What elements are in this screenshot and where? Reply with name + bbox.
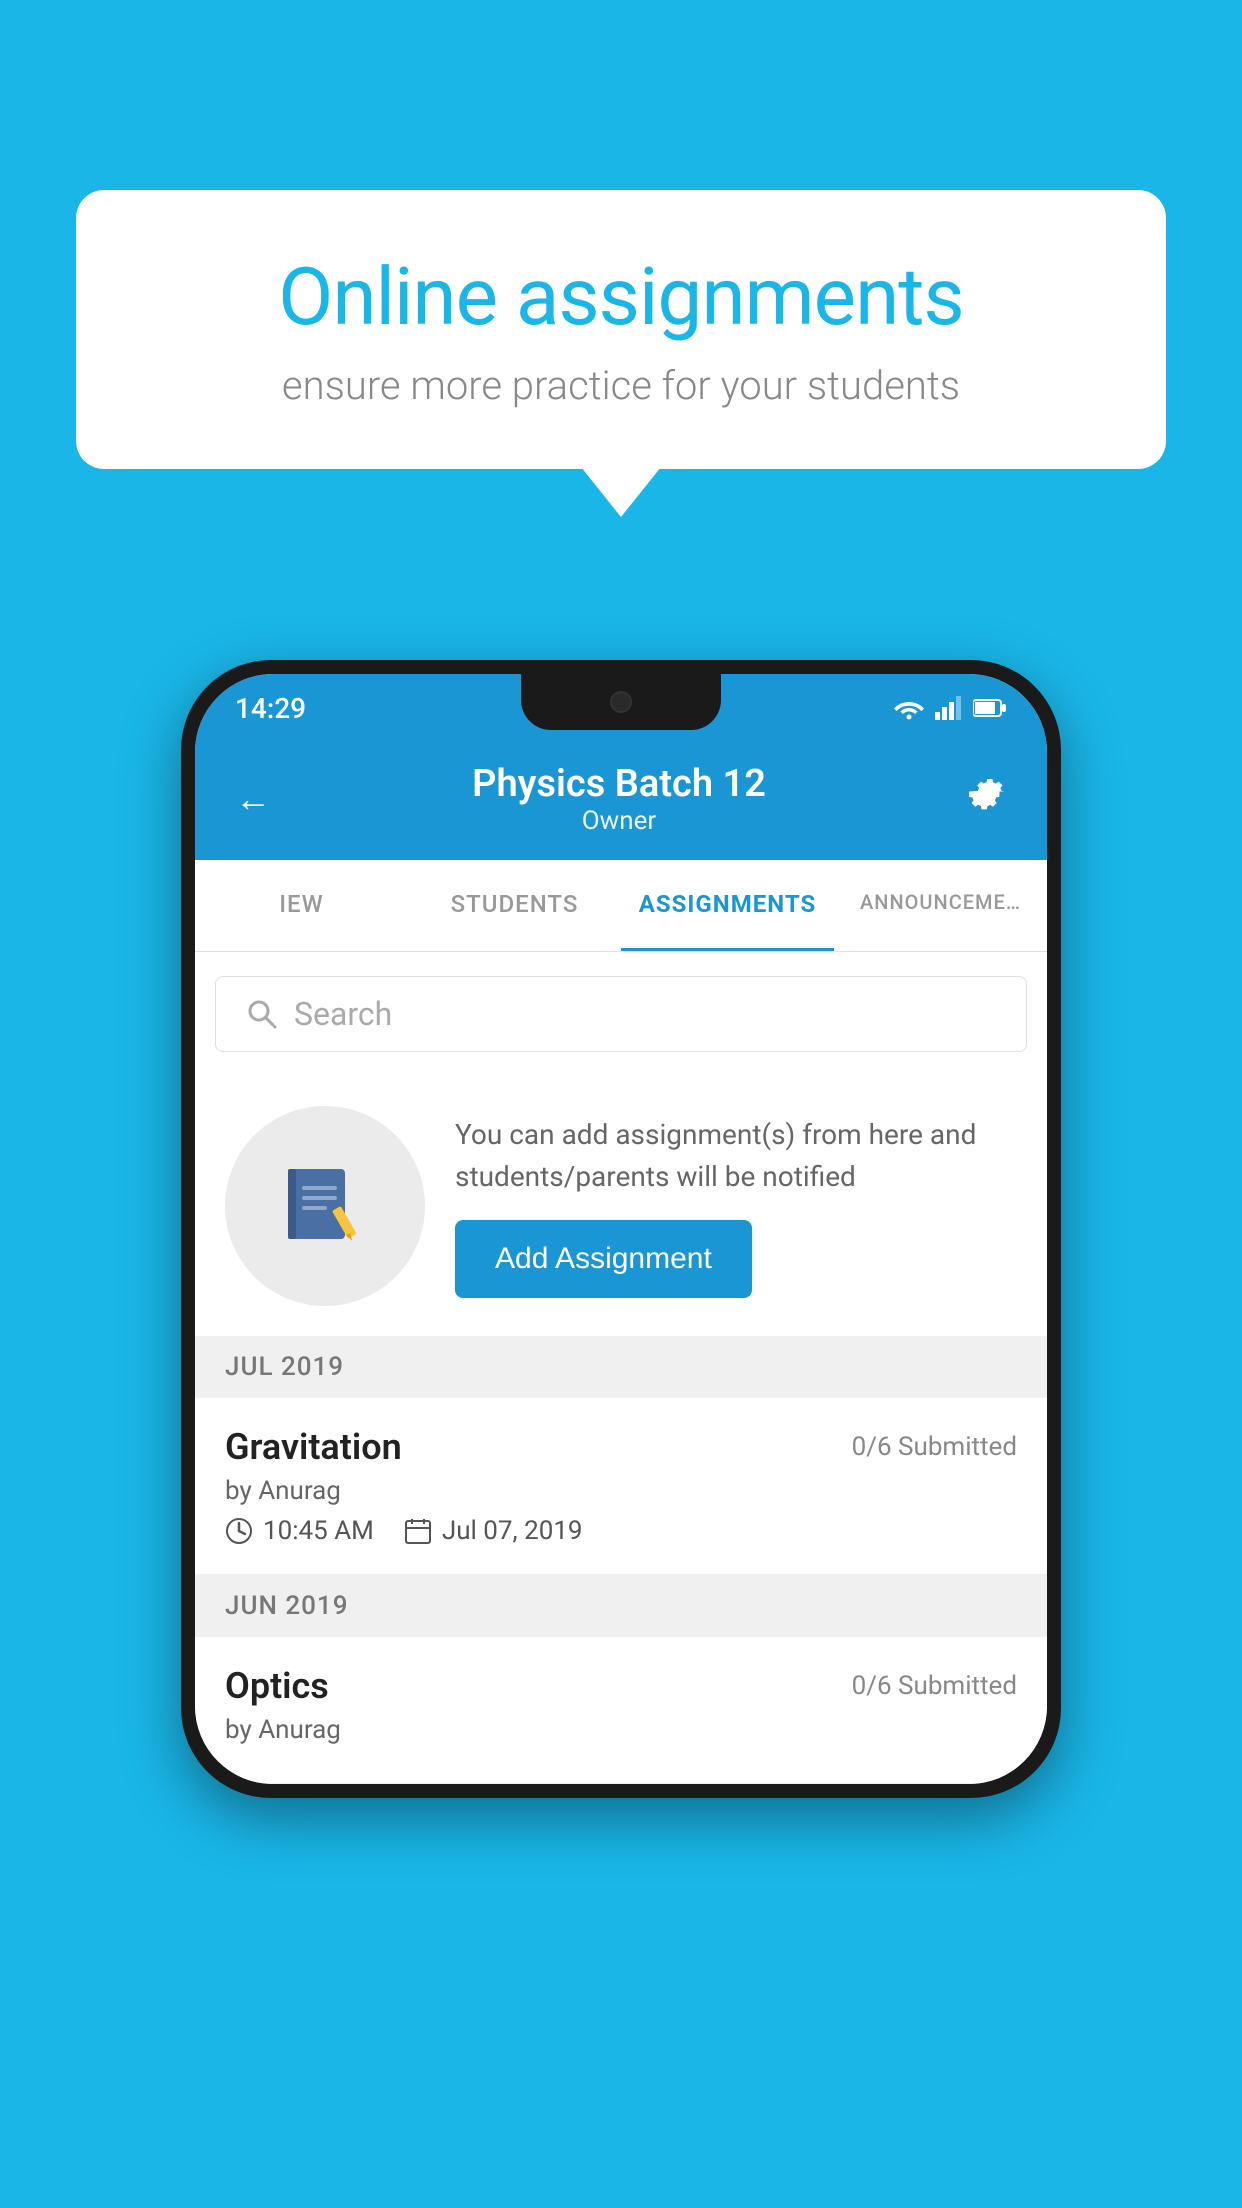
battery-icon [973, 698, 1007, 718]
gear-icon [967, 775, 1007, 815]
meta-date-gravitation: Jul 07, 2019 [404, 1516, 583, 1546]
assignment-author-gravitation: by Anurag [225, 1476, 1017, 1506]
assignment-name-optics: Optics [225, 1665, 329, 1707]
promo-text: You can add assignment(s) from here and … [455, 1114, 1017, 1198]
wifi-icon [893, 696, 925, 720]
settings-button[interactable] [967, 775, 1007, 824]
assignment-row1: Gravitation 0/6 Submitted [225, 1426, 1017, 1468]
add-assignment-promo: You can add assignment(s) from here and … [195, 1076, 1047, 1336]
search-icon [246, 998, 278, 1030]
tab-view[interactable]: IEW [195, 860, 408, 951]
phone-inner: 14:29 [195, 674, 1047, 1784]
tabs-bar: IEW STUDENTS ASSIGNMENTS ANNOUNCEME… [195, 860, 1047, 952]
notch [521, 674, 721, 730]
status-icons [893, 696, 1007, 720]
signal-icon [935, 696, 963, 720]
section-header-jul: JUL 2019 [195, 1336, 1047, 1398]
assignment-name-gravitation: Gravitation [225, 1426, 402, 1468]
notebook-icon [280, 1161, 370, 1251]
header-center: Physics Batch 12 Owner [472, 762, 766, 836]
add-assignment-button[interactable]: Add Assignment [455, 1220, 752, 1298]
assignment-author-optics: by Anurag [225, 1715, 1017, 1745]
promo-content: You can add assignment(s) from here and … [455, 1114, 1017, 1298]
status-bar: 14:29 [195, 674, 1047, 742]
clock-icon [225, 1517, 253, 1545]
header-subtitle: Owner [472, 806, 766, 836]
bubble-subtitle: ensure more practice for your students [146, 362, 1096, 409]
date-value-gravitation: Jul 07, 2019 [442, 1516, 583, 1546]
status-time: 14:29 [235, 692, 306, 725]
assignment-submitted-optics: 0/6 Submitted [852, 1671, 1017, 1701]
assignment-submitted-gravitation: 0/6 Submitted [852, 1432, 1017, 1462]
search-box[interactable]: Search [215, 976, 1027, 1052]
assignment-row1-optics: Optics 0/6 Submitted [225, 1665, 1017, 1707]
meta-time-gravitation: 10:45 AM [225, 1516, 374, 1546]
search-container: Search [195, 952, 1047, 1076]
bubble-title: Online assignments [146, 250, 1096, 344]
time-value-gravitation: 10:45 AM [263, 1516, 374, 1546]
phone-wrapper: 14:29 [181, 660, 1061, 1798]
calendar-icon [404, 1517, 432, 1545]
assignment-item-optics[interactable]: Optics 0/6 Submitted by Anurag [195, 1637, 1047, 1784]
tab-students[interactable]: STUDENTS [408, 860, 621, 951]
assignment-meta-gravitation: 10:45 AM Jul 07, 2019 [225, 1516, 1017, 1546]
search-placeholder: Search [294, 995, 392, 1033]
camera [610, 691, 632, 713]
phone-outer: 14:29 [181, 660, 1061, 1798]
section-header-jun: JUN 2019 [195, 1575, 1047, 1637]
app-header: ← Physics Batch 12 Owner [195, 742, 1047, 860]
header-title: Physics Batch 12 [472, 762, 766, 806]
tab-announcements[interactable]: ANNOUNCEME… [834, 860, 1047, 951]
assignment-item-gravitation[interactable]: Gravitation 0/6 Submitted by Anurag 10:4… [195, 1398, 1047, 1575]
tab-assignments[interactable]: ASSIGNMENTS [621, 860, 834, 951]
back-button[interactable]: ← [235, 778, 271, 820]
speech-bubble: Online assignments ensure more practice … [76, 190, 1166, 469]
promo-icon-circle [225, 1106, 425, 1306]
